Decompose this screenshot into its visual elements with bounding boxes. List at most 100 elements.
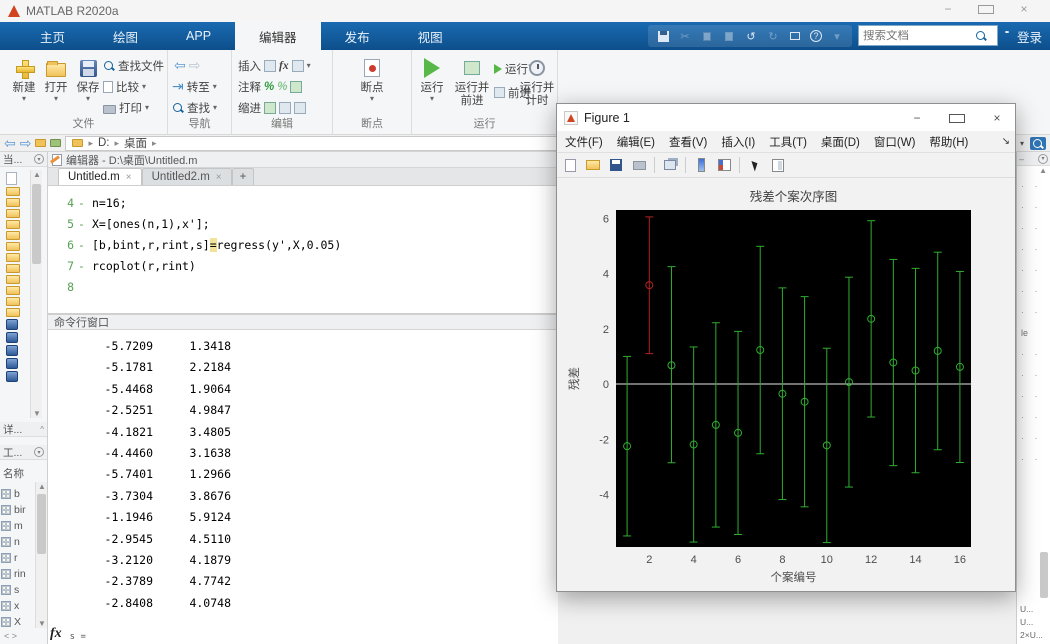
- figure-menu-桌面(D)[interactable]: 桌面(D): [821, 134, 860, 150]
- ribbon-tab-视图[interactable]: 视图: [394, 22, 467, 50]
- switch-window-icon[interactable]: [788, 29, 802, 43]
- workspace-variable-b[interactable]: b: [1, 486, 35, 502]
- mdoc-icon[interactable]: [6, 358, 18, 369]
- right-scrollbar-thumb[interactable]: [1040, 552, 1048, 598]
- figure-menu-查看(V)[interactable]: 查看(V): [669, 134, 707, 150]
- property-inspector-icon[interactable]: [769, 156, 787, 174]
- insert-function-icon[interactable]: fx: [279, 60, 289, 72]
- folder-icon[interactable]: [6, 297, 20, 306]
- mdoc-icon[interactable]: [6, 371, 18, 382]
- workspace-hscroll[interactable]: < >: [4, 631, 17, 641]
- code-line[interactable]: 7-rcoplot(r,rint): [48, 255, 558, 276]
- indent-row[interactable]: 缩进: [238, 99, 306, 116]
- figure-title-bar[interactable]: Figure 1 − ×: [557, 104, 1015, 131]
- find-button[interactable]: 查找▾: [172, 99, 217, 116]
- breadcrumb-segment[interactable]: D:: [98, 137, 110, 149]
- run-button[interactable]: 运行▾: [414, 56, 450, 103]
- smart-indent-icon[interactable]: [264, 102, 276, 114]
- compare-button[interactable]: 比较▾: [103, 78, 146, 95]
- copy-icon[interactable]: [700, 29, 714, 43]
- folder-icon[interactable]: [6, 187, 20, 196]
- current-folder-header[interactable]: 当... ▾: [0, 152, 47, 167]
- folder-icon[interactable]: [6, 286, 20, 295]
- code-line[interactable]: 5-X=[ones(n,1),x'];: [48, 213, 558, 234]
- workspace-variable-rin[interactable]: rin: [1, 566, 35, 582]
- uncomment-icon[interactable]: %: [277, 81, 287, 93]
- code-area[interactable]: 4-n=16;5-X=[ones(n,1),x'];6-[b,bint,r,ri…: [48, 186, 558, 314]
- figure-menu-插入(I)[interactable]: 插入(I): [721, 134, 755, 150]
- code-line[interactable]: 4-n=16;: [48, 192, 558, 213]
- workspace-variable-X[interactable]: X: [1, 614, 35, 630]
- indent-right-icon[interactable]: [279, 102, 291, 114]
- ribbon-tab-发布[interactable]: 发布: [321, 22, 394, 50]
- doc-icon[interactable]: [6, 172, 17, 185]
- figure-menu-编辑(E)[interactable]: 编辑(E): [617, 134, 655, 150]
- save-icon[interactable]: [656, 29, 670, 43]
- workspace-menu-icon[interactable]: ▾: [34, 447, 44, 457]
- nav-back-forward[interactable]: ⇦ ⇨: [174, 57, 200, 74]
- find-files-button[interactable]: 查找文件: [103, 57, 164, 74]
- help-icon[interactable]: ?: [810, 30, 822, 42]
- cut-icon[interactable]: ✂: [678, 29, 692, 43]
- workspace-variable-bir[interactable]: bir: [1, 502, 35, 518]
- folder-icon[interactable]: [6, 264, 20, 273]
- ribbon-tab-主页[interactable]: 主页: [16, 22, 89, 50]
- print-button[interactable]: 打印▾: [103, 99, 149, 116]
- figure-minimize-button[interactable]: −: [909, 111, 925, 126]
- run-and-advance-button[interactable]: 运行并 前进: [452, 56, 492, 108]
- wrap-comments-icon[interactable]: [290, 81, 302, 93]
- insert-colorbar-icon[interactable]: [692, 156, 710, 174]
- command-window-header[interactable]: 命令行窗口: [48, 314, 558, 330]
- mdoc-icon[interactable]: [6, 319, 18, 330]
- goto-button[interactable]: ⇥转至▾: [172, 78, 217, 95]
- run-and-time-button[interactable]: 运行并 计时: [518, 56, 556, 108]
- details-panel-header[interactable]: 详... ^: [0, 422, 47, 437]
- search-icon[interactable]: [975, 30, 987, 42]
- nav-forward-icon[interactable]: ⇨: [20, 135, 32, 152]
- doc-search-input[interactable]: [863, 30, 975, 42]
- menu-overflow-icon[interactable]: ↘: [1002, 136, 1010, 147]
- redo-icon[interactable]: ↻: [766, 29, 780, 43]
- current-folder-scrollbar[interactable]: ▲ ▼: [30, 170, 42, 418]
- folder-icon[interactable]: [6, 275, 20, 284]
- workspace-variable-m[interactable]: m: [1, 518, 35, 534]
- workspace-name-column-header[interactable]: 名称: [3, 466, 24, 481]
- indent-left-icon[interactable]: [294, 102, 306, 114]
- folder-icon[interactable]: [6, 231, 20, 240]
- folder-icon[interactable]: [6, 253, 20, 262]
- right-scroll-up[interactable]: ▲: [1017, 166, 1050, 175]
- figure-close-button[interactable]: ×: [989, 111, 1005, 126]
- panel-menu-icon[interactable]: ▾: [34, 154, 44, 164]
- workspace-variable-n[interactable]: n: [1, 534, 35, 550]
- edit-plot-icon[interactable]: [746, 156, 764, 174]
- open-file-icon[interactable]: [584, 156, 602, 174]
- ribbon-tab-编辑器[interactable]: 编辑器: [235, 22, 321, 50]
- editor-tab-Untitled.m[interactable]: Untitled.m×: [58, 168, 142, 185]
- code-line[interactable]: 6-[b,bint,r,rint,s]=regress(y',X,0.05): [48, 234, 558, 255]
- breakpoints-button[interactable]: 断点▾: [350, 56, 394, 103]
- ribbon-tab-APP[interactable]: APP: [162, 22, 235, 50]
- new-tab-button[interactable]: +: [232, 168, 255, 185]
- workspace-variable-s[interactable]: s: [1, 582, 35, 598]
- link-plot-icon[interactable]: [661, 156, 679, 174]
- folder-icon[interactable]: [6, 242, 20, 251]
- print-figure-icon[interactable]: [630, 156, 648, 174]
- folder-icon[interactable]: [6, 198, 20, 207]
- editor-tab-Untitled2.m[interactable]: Untitled2.m×: [142, 168, 232, 185]
- restore-button[interactable]: [978, 2, 994, 17]
- workspace-scrollbar[interactable]: ▲ ▼: [35, 482, 47, 628]
- code-line[interactable]: 8: [48, 276, 558, 297]
- comment-icon[interactable]: %: [264, 81, 274, 93]
- insert-comment-icon[interactable]: [292, 60, 304, 72]
- mdoc-icon[interactable]: [6, 332, 18, 343]
- comment-row[interactable]: 注释 % %: [238, 78, 302, 95]
- nav-back-icon[interactable]: ⇦: [4, 135, 16, 152]
- qa-dropdown-icon[interactable]: ▾: [830, 29, 844, 43]
- figure-menu-帮助(H)[interactable]: 帮助(H): [929, 134, 968, 150]
- figure-maximize-button[interactable]: [949, 111, 965, 126]
- breadcrumb-segment[interactable]: 桌面: [124, 135, 147, 151]
- back-icon[interactable]: ⇦: [174, 57, 186, 74]
- ribbon-tab-绘图[interactable]: 绘图: [89, 22, 162, 50]
- workspace-variable-x[interactable]: x: [1, 598, 35, 614]
- figure-menu-文件(F)[interactable]: 文件(F): [565, 134, 603, 150]
